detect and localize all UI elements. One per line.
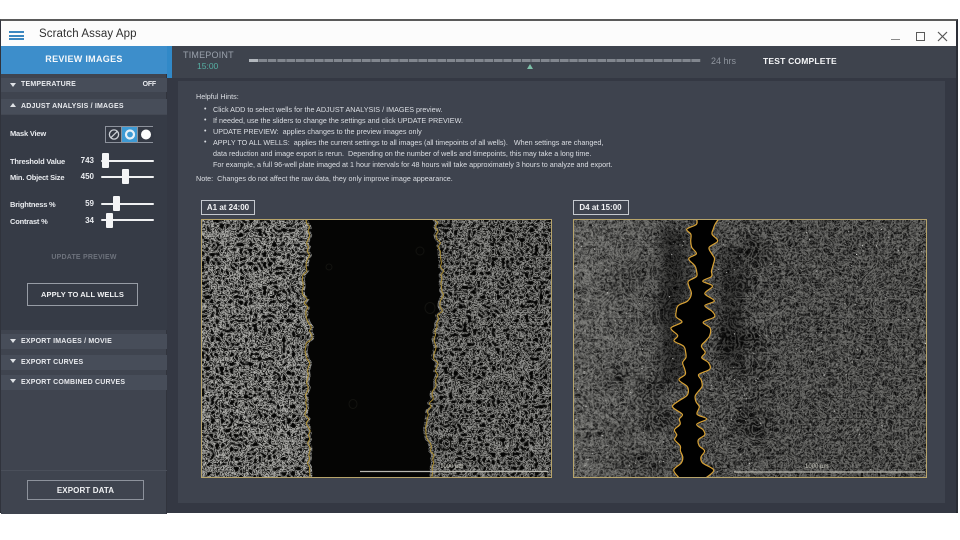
svg-text:1000 µm: 1000 µm xyxy=(440,464,463,470)
svg-text:1000 µm: 1000 µm xyxy=(805,464,828,470)
